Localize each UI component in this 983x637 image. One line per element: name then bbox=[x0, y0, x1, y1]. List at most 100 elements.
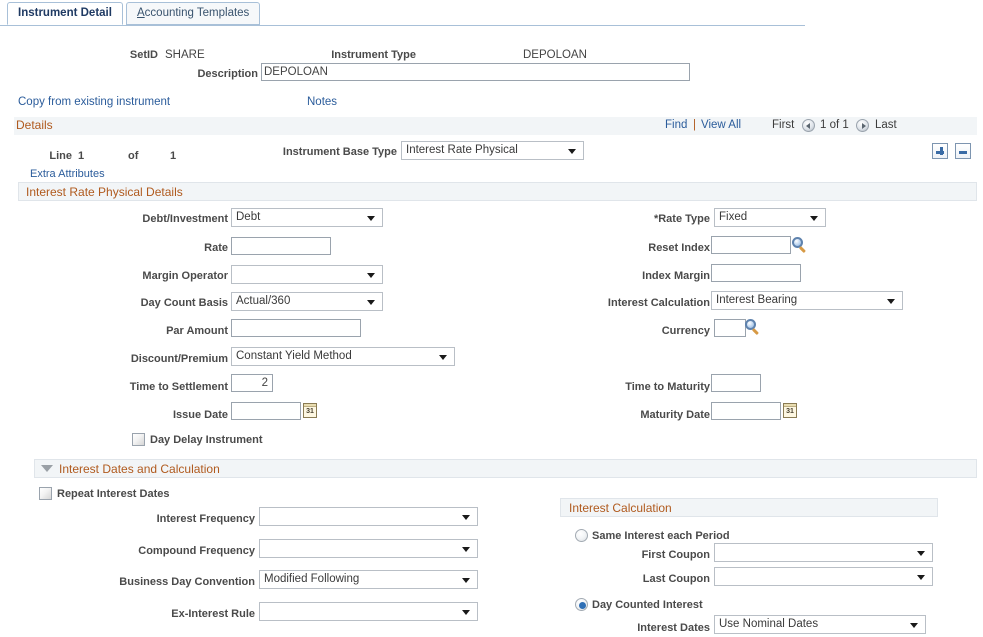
margin-operator-label: Margin Operator bbox=[110, 269, 228, 283]
maturity-date-calendar-icon[interactable]: 31 bbox=[783, 403, 797, 418]
first-coupon-select[interactable] bbox=[714, 543, 933, 562]
last-label[interactable]: Last bbox=[875, 118, 897, 133]
tab-instrument-detail-label: Instrument Detail bbox=[18, 7, 112, 19]
tab-accounting-templates-label: ccounting Templates bbox=[145, 7, 250, 19]
chevron-down-icon bbox=[887, 299, 895, 304]
reset-index-label: Reset Index bbox=[588, 241, 710, 255]
time-to-maturity-input[interactable] bbox=[711, 374, 761, 392]
repeat-interest-dates-label[interactable]: Repeat Interest Dates bbox=[57, 487, 170, 501]
chevron-down-icon bbox=[367, 216, 375, 221]
rate-input[interactable] bbox=[231, 237, 331, 255]
interest-calculation-label: Interest Calculation bbox=[588, 296, 710, 310]
chevron-down-icon bbox=[462, 578, 470, 583]
interest-dates-section-title: Interest Dates and Calculation bbox=[59, 461, 220, 477]
chevron-down-icon bbox=[439, 355, 447, 360]
setid-value: SHARE bbox=[165, 48, 205, 62]
rate-type-select[interactable]: Fixed bbox=[714, 208, 826, 227]
calendar-day-number: 31 bbox=[304, 407, 316, 417]
next-row-arrow-icon[interactable] bbox=[856, 119, 869, 132]
line-of-label: of bbox=[128, 149, 142, 163]
tab-instrument-detail[interactable]: Instrument Detail bbox=[7, 2, 123, 25]
issue-date-input[interactable] bbox=[231, 402, 301, 420]
find-link[interactable]: Find bbox=[665, 118, 687, 133]
currency-lookup-icon[interactable] bbox=[745, 319, 761, 335]
rate-type-value: Fixed bbox=[719, 211, 747, 223]
instrument-base-type-select[interactable]: Interest Rate Physical bbox=[401, 141, 584, 160]
physical-details-section-header: Interest Rate Physical Details bbox=[18, 182, 977, 201]
day-count-basis-select[interactable]: Actual/360 bbox=[231, 292, 383, 311]
interest-calculation-select[interactable]: Interest Bearing bbox=[711, 291, 903, 310]
instrument-detail-page: Instrument Detail Accounting Templates S… bbox=[0, 0, 983, 637]
time-to-maturity-label: Time to Maturity bbox=[588, 380, 710, 394]
debt-investment-select[interactable]: Debt bbox=[231, 208, 383, 227]
add-row-button[interactable] bbox=[932, 143, 948, 159]
interest-frequency-label: Interest Frequency bbox=[130, 512, 255, 526]
compound-frequency-select[interactable] bbox=[259, 539, 478, 558]
currency-input[interactable] bbox=[714, 319, 746, 337]
day-count-basis-label: Day Count Basis bbox=[110, 296, 228, 310]
ex-interest-rule-label: Ex-Interest Rule bbox=[130, 607, 255, 621]
maturity-date-input[interactable] bbox=[711, 402, 781, 420]
day-counted-interest-label[interactable]: Day Counted Interest bbox=[592, 598, 703, 612]
line-label: Line bbox=[22, 149, 72, 163]
time-to-settlement-label: Time to Settlement bbox=[105, 380, 228, 394]
rate-label: Rate bbox=[140, 241, 228, 255]
reset-index-input[interactable] bbox=[711, 236, 791, 254]
interest-calculation-group-header: Interest Calculation bbox=[560, 498, 938, 517]
instrument-type-label: Instrument Type bbox=[320, 48, 416, 62]
physical-details-section-title: Interest Rate Physical Details bbox=[26, 184, 183, 200]
day-counted-interest-radio[interactable] bbox=[575, 598, 588, 611]
chevron-down-icon bbox=[917, 551, 925, 556]
reset-index-lookup-icon[interactable] bbox=[792, 237, 808, 253]
extra-attributes-link[interactable]: Extra Attributes bbox=[30, 167, 105, 181]
previous-row-arrow-icon[interactable] bbox=[802, 119, 815, 132]
instrument-type-value: DEPOLOAN bbox=[523, 48, 587, 62]
chevron-down-icon bbox=[462, 547, 470, 552]
business-day-convention-value: Modified Following bbox=[264, 573, 359, 585]
description-input[interactable] bbox=[261, 63, 690, 81]
par-amount-input[interactable] bbox=[231, 319, 361, 337]
chevron-down-icon bbox=[910, 623, 918, 628]
tab-accounting-templates-accesskey: A bbox=[137, 7, 145, 19]
ex-interest-rule-select[interactable] bbox=[259, 602, 478, 621]
line-value: 1 bbox=[78, 149, 88, 163]
margin-operator-select[interactable] bbox=[231, 265, 383, 284]
day-delay-instrument-checkbox[interactable] bbox=[132, 433, 145, 446]
chevron-down-icon bbox=[462, 515, 470, 520]
tab-bar-underline bbox=[0, 25, 805, 26]
interest-calculation-value: Interest Bearing bbox=[716, 294, 797, 306]
nav-separator: | bbox=[693, 118, 696, 133]
business-day-convention-select[interactable]: Modified Following bbox=[259, 570, 478, 589]
chevron-down-icon bbox=[462, 610, 470, 615]
last-coupon-label: Last Coupon bbox=[590, 572, 710, 586]
day-delay-instrument-label[interactable]: Day Delay Instrument bbox=[150, 433, 262, 447]
same-interest-each-period-radio[interactable] bbox=[575, 529, 588, 542]
interest-dates-select[interactable]: Use Nominal Dates bbox=[714, 615, 926, 634]
last-coupon-select[interactable] bbox=[714, 567, 933, 586]
discount-premium-select[interactable]: Constant Yield Method bbox=[231, 347, 455, 366]
issue-date-calendar-icon[interactable]: 31 bbox=[303, 403, 317, 418]
day-count-basis-value: Actual/360 bbox=[236, 295, 290, 307]
first-coupon-label: First Coupon bbox=[590, 548, 710, 562]
interest-dates-label: Interest Dates bbox=[590, 621, 710, 635]
delete-row-button[interactable] bbox=[955, 143, 971, 159]
view-all-link[interactable]: View All bbox=[701, 118, 741, 133]
tab-accounting-templates[interactable]: Accounting Templates bbox=[126, 2, 260, 25]
currency-label: Currency bbox=[588, 324, 710, 338]
maturity-date-label: Maturity Date bbox=[588, 408, 710, 422]
line-of-value: 1 bbox=[170, 149, 180, 163]
first-label[interactable]: First bbox=[772, 118, 794, 133]
details-grid-navbar: Find | View All First 1 of 1 Last bbox=[600, 117, 977, 135]
row-counter: 1 of 1 bbox=[820, 118, 849, 133]
notes-link[interactable]: Notes bbox=[307, 95, 337, 109]
repeat-interest-dates-checkbox[interactable] bbox=[39, 487, 52, 500]
interest-frequency-select[interactable] bbox=[259, 507, 478, 526]
same-interest-each-period-label[interactable]: Same Interest each Period bbox=[592, 529, 730, 543]
interest-dates-value: Use Nominal Dates bbox=[719, 618, 818, 630]
chevron-down-icon bbox=[367, 300, 375, 305]
index-margin-input[interactable] bbox=[711, 264, 801, 282]
time-to-settlement-input[interactable] bbox=[231, 374, 273, 392]
debt-investment-label: Debt/Investment bbox=[110, 212, 228, 226]
collapse-triangle-icon[interactable] bbox=[41, 465, 53, 472]
copy-from-existing-instrument-link[interactable]: Copy from existing instrument bbox=[18, 95, 170, 109]
